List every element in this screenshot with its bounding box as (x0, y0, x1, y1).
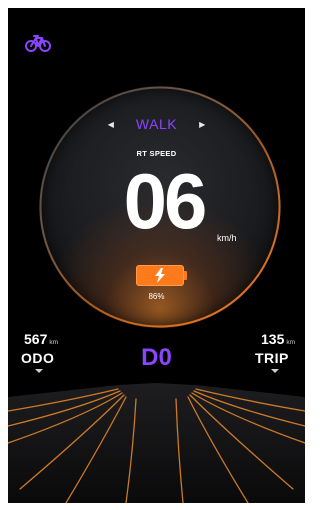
mode-selector: ◀ WALK ▶ (8, 113, 305, 135)
triangle-left-icon[interactable]: ◀ (108, 120, 114, 129)
speed-value: 06 (123, 157, 208, 245)
dashboard-screen: ◀ WALK ▶ RT SPEED 06 km/h 86% 567 km ODO … (8, 8, 305, 503)
triangle-right-icon[interactable]: ▶ (199, 120, 205, 129)
battery-cap (184, 271, 187, 280)
gear-level: D0 (141, 344, 172, 371)
battery-percent: 86% (148, 292, 165, 301)
road-light-streaks (8, 381, 305, 503)
bicycle-icon[interactable] (25, 33, 51, 53)
speed-unit: km/h (217, 233, 237, 243)
mode-label[interactable]: WALK (136, 116, 177, 132)
lightning-bolt-icon (155, 268, 165, 283)
